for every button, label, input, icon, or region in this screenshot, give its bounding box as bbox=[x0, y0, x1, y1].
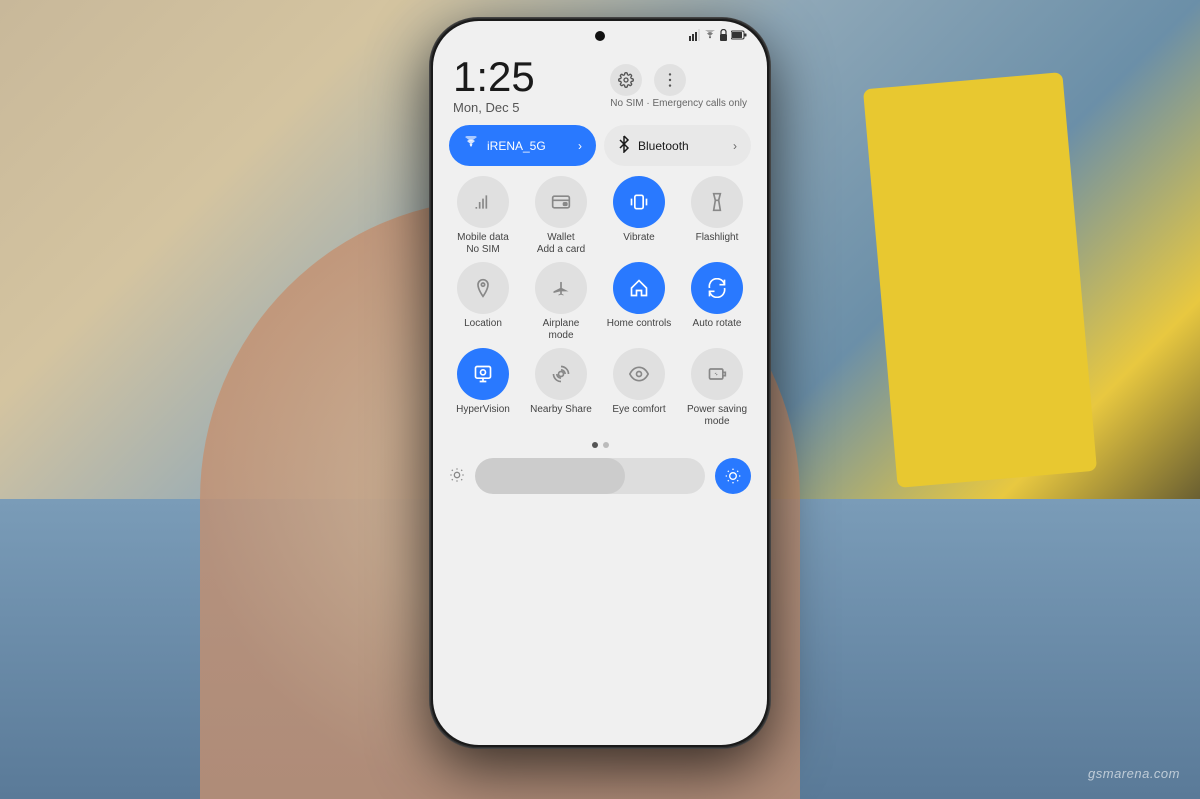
bluetooth-tile-icon bbox=[618, 135, 630, 156]
sim-status: No SIM · Emergency calls only bbox=[610, 98, 747, 109]
flashlight-tile[interactable]: Flashlight bbox=[681, 176, 753, 256]
clock-time: 1:25 bbox=[453, 56, 535, 98]
dot-2 bbox=[603, 442, 609, 448]
camera-notch bbox=[595, 31, 605, 41]
eye-comfort-tile[interactable]: Eye comfort bbox=[603, 348, 675, 428]
home-controls-tile[interactable]: Home controls bbox=[603, 262, 675, 342]
battery-icon bbox=[731, 30, 747, 43]
bluetooth-tile[interactable]: Bluetooth › bbox=[604, 125, 751, 166]
quick-tiles-top: iRENA_5G › Bluetooth › bbox=[433, 125, 767, 176]
vibrate-label: Vibrate bbox=[623, 232, 655, 244]
power-saving-label: Power savingmode bbox=[687, 404, 747, 428]
vibrate-icon bbox=[613, 176, 665, 228]
hypervision-label: HyperVision bbox=[456, 404, 510, 416]
vibrate-tile[interactable]: Vibrate bbox=[603, 176, 675, 256]
home-icon bbox=[613, 262, 665, 314]
airplane-label: Airplanemode bbox=[543, 318, 580, 342]
flashlight-label: Flashlight bbox=[696, 232, 739, 244]
bluetooth-tile-arrow: › bbox=[733, 139, 737, 153]
auto-rotate-label: Auto rotate bbox=[693, 318, 742, 330]
location-icon bbox=[457, 262, 509, 314]
wifi-tile-icon bbox=[463, 136, 479, 155]
phone-wrapper: 1:25 Mon, Dec 5 No SIM · Emergency calls… bbox=[430, 18, 770, 748]
quick-grid: Mobile dataNo SIM WalletAdd a card Vibra… bbox=[433, 176, 767, 436]
status-icons bbox=[689, 29, 747, 44]
wallet-icon bbox=[535, 176, 587, 228]
flashlight-icon bbox=[691, 176, 743, 228]
brightness-slider[interactable] bbox=[475, 458, 705, 494]
more-options-button[interactable] bbox=[654, 64, 686, 96]
airplane-icon bbox=[535, 262, 587, 314]
phone-screen: 1:25 Mon, Dec 5 No SIM · Emergency calls… bbox=[433, 21, 767, 745]
location-label: Location bbox=[464, 318, 502, 330]
settings-button[interactable] bbox=[610, 64, 642, 96]
watermark: gsmarena.com bbox=[1088, 766, 1180, 781]
nearby-share-label: Nearby Share bbox=[530, 404, 592, 416]
clock-actions bbox=[610, 56, 747, 96]
brightness-bar bbox=[449, 458, 751, 494]
location-tile[interactable]: Location bbox=[447, 262, 519, 342]
wallet-label: WalletAdd a card bbox=[537, 232, 585, 256]
pagination-dots bbox=[433, 436, 767, 454]
wallet-tile[interactable]: WalletAdd a card bbox=[525, 176, 597, 256]
dot-1 bbox=[592, 442, 598, 448]
bluetooth-tile-label: Bluetooth bbox=[638, 139, 725, 153]
nearby-icon bbox=[535, 348, 587, 400]
wifi-status-icon bbox=[704, 30, 716, 43]
wifi-tile-label: iRENA_5G bbox=[487, 139, 570, 153]
airplane-tile[interactable]: Airplanemode bbox=[525, 262, 597, 342]
auto-rotate-tile[interactable]: Auto rotate bbox=[681, 262, 753, 342]
wifi-tile[interactable]: iRENA_5G › bbox=[449, 125, 596, 166]
brightness-fill bbox=[475, 458, 625, 494]
clock-left: 1:25 Mon, Dec 5 bbox=[453, 56, 535, 115]
clock-date: Mon, Dec 5 bbox=[453, 100, 535, 115]
brightness-max-icon[interactable] bbox=[715, 458, 751, 494]
brightness-min-icon bbox=[449, 467, 465, 486]
lock-icon bbox=[719, 29, 728, 44]
hypervision-tile[interactable]: HyperVision bbox=[447, 348, 519, 428]
phone-body: 1:25 Mon, Dec 5 No SIM · Emergency calls… bbox=[430, 18, 770, 748]
home-controls-label: Home controls bbox=[607, 318, 671, 330]
battery-save-icon bbox=[691, 348, 743, 400]
eye-icon bbox=[613, 348, 665, 400]
mobile-data-tile[interactable]: Mobile dataNo SIM bbox=[447, 176, 519, 256]
clock-area: 1:25 Mon, Dec 5 No SIM · Emergency calls… bbox=[433, 48, 767, 125]
power-saving-tile[interactable]: Power savingmode bbox=[681, 348, 753, 428]
rotate-icon bbox=[691, 262, 743, 314]
bg-yellow-decor bbox=[863, 72, 1097, 488]
wifi-tile-arrow: › bbox=[578, 139, 582, 153]
nearby-share-tile[interactable]: Nearby Share bbox=[525, 348, 597, 428]
signal-icon bbox=[689, 29, 701, 44]
mobile-data-label: Mobile dataNo SIM bbox=[457, 232, 509, 256]
hypervision-icon bbox=[457, 348, 509, 400]
mobile-data-icon bbox=[457, 176, 509, 228]
eye-comfort-label: Eye comfort bbox=[612, 404, 665, 416]
